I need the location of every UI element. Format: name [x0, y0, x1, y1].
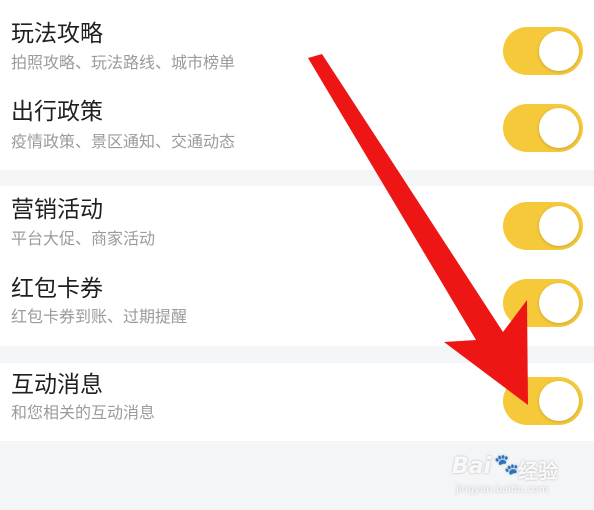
- toggle-knob: [539, 283, 579, 323]
- setting-row-marketing-events: 营销活动 平台大促、商家活动: [0, 186, 594, 266]
- toggle-knob: [539, 206, 579, 246]
- interaction-messages-toggle[interactable]: [503, 377, 583, 425]
- travel-policy-toggle[interactable]: [503, 104, 583, 152]
- toggle-knob: [539, 381, 579, 421]
- setting-title: 出行政策: [11, 99, 103, 125]
- watermark-brand: Bai: [452, 454, 492, 479]
- watermark-url: jingyan.baidu.com: [456, 484, 549, 495]
- coupons-toggle[interactable]: [503, 279, 583, 327]
- setting-row-coupons: 红包卡券 红包卡券到账、过期提醒: [0, 266, 594, 346]
- setting-title: 玩法攻略: [11, 21, 103, 47]
- paw-icon: 🐾: [494, 452, 519, 476]
- setting-row-travel-policy: 出行政策 疫情政策、景区通知、交通动态: [0, 88, 594, 170]
- watermark-brand-suffix: 经验: [518, 459, 558, 483]
- setting-subtitle: 和您相关的互动消息: [11, 403, 156, 422]
- setting-title: 营销活动: [11, 197, 103, 223]
- toggle-knob: [539, 31, 579, 71]
- setting-subtitle: 平台大促、商家活动: [11, 229, 156, 248]
- setting-row-interaction-messages: 互动消息 和您相关的互动消息: [0, 363, 594, 441]
- setting-title: 互动消息: [11, 372, 103, 398]
- toggle-knob: [539, 108, 579, 148]
- settings-group-3: 互动消息 和您相关的互动消息: [0, 363, 594, 441]
- marketing-events-toggle[interactable]: [503, 202, 583, 250]
- setting-subtitle: 疫情政策、景区通知、交通动态: [11, 132, 236, 151]
- settings-group-2: 营销活动 平台大促、商家活动 红包卡券 红包卡券到账、过期提醒: [0, 186, 594, 346]
- setting-subtitle: 红包卡券到账、过期提醒: [11, 307, 188, 326]
- settings-group-1: 玩法攻略 拍照攻略、玩法路线、城市榜单 出行政策 疫情政策、景区通知、交通动态: [0, 0, 594, 170]
- setting-row-playing-guides: 玩法攻略 拍照攻略、玩法路线、城市榜单: [0, 0, 594, 88]
- setting-title: 红包卡券: [11, 276, 103, 302]
- setting-subtitle: 拍照攻略、玩法路线、城市榜单: [11, 53, 236, 72]
- baidu-watermark: Bai 🐾 经验 jingyan.baidu.com: [448, 448, 568, 500]
- playing-guides-toggle[interactable]: [503, 27, 583, 75]
